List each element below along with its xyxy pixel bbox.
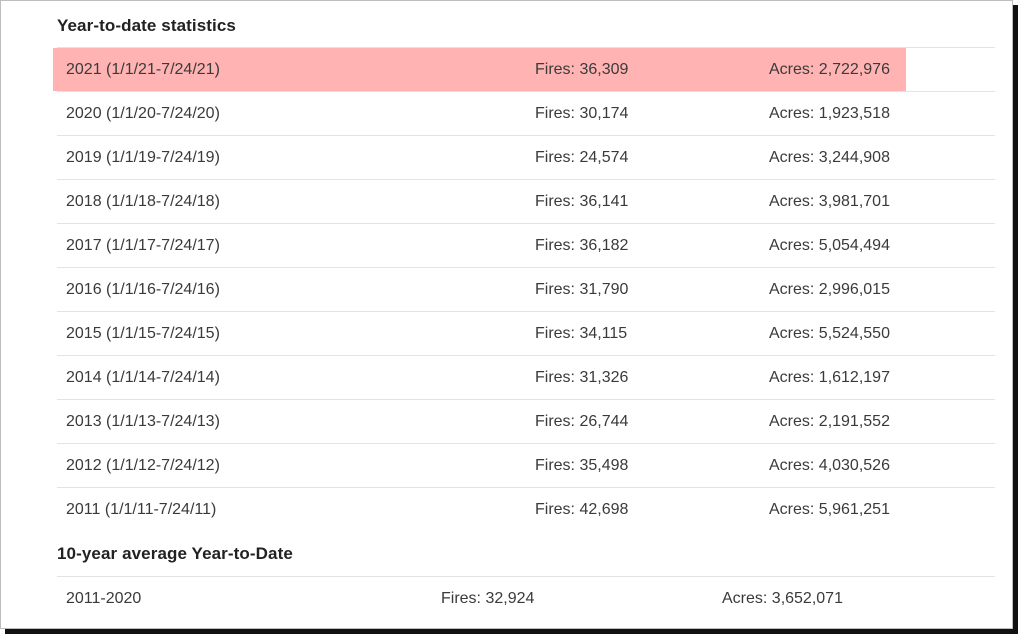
fires-cell: Fires: 26,744 bbox=[535, 413, 629, 430]
table-row: 2012 (1/1/12-7/24/12) Fires: 35,498 Acre… bbox=[57, 443, 995, 487]
acres-cell: Acres: 3,981,701 bbox=[769, 193, 890, 210]
acres-cell: Acres: 3,652,071 bbox=[722, 590, 843, 607]
fires-cell: Fires: 36,182 bbox=[535, 237, 629, 254]
period-cell: 2019 (1/1/19-7/24/19) bbox=[66, 149, 220, 166]
period-cell: 2012 (1/1/12-7/24/12) bbox=[66, 457, 220, 474]
period-cell: 2018 (1/1/18-7/24/18) bbox=[66, 193, 220, 210]
acres-cell: Acres: 2,191,552 bbox=[769, 413, 890, 430]
fires-cell: Fires: 34,115 bbox=[535, 325, 628, 342]
ytd-section-title: Year-to-date statistics bbox=[57, 16, 236, 35]
table-row: 2015 (1/1/15-7/24/15) Fires: 34,115 Acre… bbox=[57, 311, 995, 355]
period-cell: 2016 (1/1/16-7/24/16) bbox=[66, 281, 220, 298]
table-row: 2020 (1/1/20-7/24/20) Fires: 30,174 Acre… bbox=[57, 91, 995, 135]
period-cell: 2015 (1/1/15-7/24/15) bbox=[66, 325, 220, 342]
acres-cell: Acres: 5,054,494 bbox=[769, 237, 890, 254]
fires-cell: Fires: 42,698 bbox=[535, 501, 629, 518]
fires-cell: Fires: 31,326 bbox=[535, 369, 629, 386]
table-row: 2013 (1/1/13-7/24/13) Fires: 26,744 Acre… bbox=[57, 399, 995, 443]
table-row: 2011 (1/1/11-7/24/11) Fires: 42,698 Acre… bbox=[57, 487, 995, 531]
fires-cell: Fires: 36,309 bbox=[535, 61, 629, 78]
fires-cell: Fires: 32,924 bbox=[441, 590, 535, 607]
fires-cell: Fires: 35,498 bbox=[535, 457, 629, 474]
ytd-statistics-table: 2021 (1/1/21-7/24/21) Fires: 36,309 Acre… bbox=[53, 47, 995, 531]
period-cell: 2020 (1/1/20-7/24/20) bbox=[66, 105, 220, 122]
acres-cell: Acres: 2,996,015 bbox=[769, 281, 890, 298]
table-row: 2011-2020 Fires: 32,924 Acres: 3,652,071 bbox=[57, 576, 995, 620]
table-row: 2016 (1/1/16-7/24/16) Fires: 31,790 Acre… bbox=[57, 267, 995, 311]
period-cell: 2014 (1/1/14-7/24/14) bbox=[66, 369, 220, 386]
table-row: 2014 (1/1/14-7/24/14) Fires: 31,326 Acre… bbox=[57, 355, 995, 399]
fires-cell: Fires: 36,141 bbox=[535, 193, 629, 210]
acres-cell: Acres: 2,722,976 bbox=[769, 61, 890, 78]
acres-cell: Acres: 5,961,251 bbox=[769, 501, 890, 518]
table-row: 2018 (1/1/18-7/24/18) Fires: 36,141 Acre… bbox=[57, 179, 995, 223]
table-row: 2017 (1/1/17-7/24/17) Fires: 36,182 Acre… bbox=[57, 223, 995, 267]
table-row: 2019 (1/1/19-7/24/19) Fires: 24,574 Acre… bbox=[57, 135, 995, 179]
acres-cell: Acres: 5,524,550 bbox=[769, 325, 890, 342]
average-statistics-table: 2011-2020 Fires: 32,924 Acres: 3,652,071 bbox=[57, 576, 995, 620]
screenshot-frame: Year-to-date statistics 2021 (1/1/21-7/2… bbox=[0, 0, 1013, 629]
acres-cell: Acres: 3,244,908 bbox=[769, 149, 890, 166]
fires-cell: Fires: 31,790 bbox=[535, 281, 629, 298]
average-section-title: 10-year average Year-to-Date bbox=[57, 544, 293, 563]
period-cell: 2021 (1/1/21-7/24/21) bbox=[66, 61, 220, 78]
period-cell: 2017 (1/1/17-7/24/17) bbox=[66, 237, 220, 254]
acres-cell: Acres: 1,923,518 bbox=[769, 105, 890, 122]
fires-cell: Fires: 30,174 bbox=[535, 105, 629, 122]
period-cell: 2011 (1/1/11-7/24/11) bbox=[66, 501, 217, 518]
acres-cell: Acres: 1,612,197 bbox=[769, 369, 890, 386]
fires-cell: Fires: 24,574 bbox=[535, 149, 629, 166]
period-cell: 2011-2020 bbox=[66, 590, 142, 607]
table-row: 2021 (1/1/21-7/24/21) Fires: 36,309 Acre… bbox=[53, 47, 995, 91]
acres-cell: Acres: 4,030,526 bbox=[769, 457, 890, 474]
period-cell: 2013 (1/1/13-7/24/13) bbox=[66, 413, 220, 430]
